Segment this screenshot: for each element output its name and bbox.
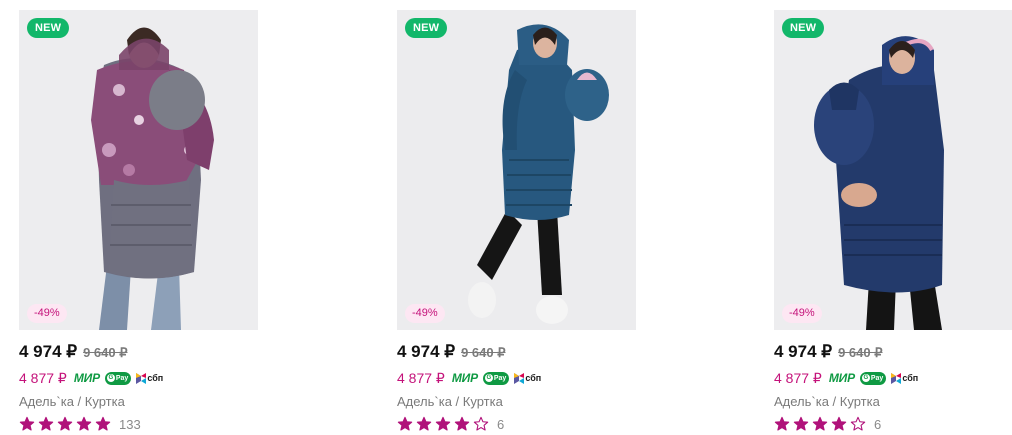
woman-navy-maternity-jacket-image [774,10,1012,330]
sbp-logo: сбп [514,372,541,384]
star-filled-icon [435,416,451,431]
star-filled-icon [19,416,35,431]
star-empty-icon [473,416,489,431]
card-price: 4 877 ₽ [774,369,822,386]
mir-logo: МИР [451,371,478,385]
woman-floral-maternity-jacket-image [19,10,258,330]
product-photo[interactable]: NEW -49% [397,10,636,330]
rating: 6 [397,416,504,432]
discount-badge: -49% [405,304,445,323]
mir-logo: МИР [828,371,855,385]
star-filled-icon [812,416,828,431]
star-filled-icon [454,416,470,431]
star-empty-icon [850,416,866,431]
current-price: 4 974 ₽ [774,342,833,361]
star-filled-icon [38,416,54,431]
sbp-icon [891,372,902,384]
google-g-icon: G [861,374,870,382]
card-price-row: 4 877 ₽ МИР G Pay сбп [397,369,541,387]
new-badge: NEW [405,18,448,38]
rating: 133 [19,416,141,432]
star-filled-icon [57,416,73,431]
gpay-logo: G Pay [482,371,510,385]
product-photo[interactable]: NEW -49% [19,10,258,330]
old-price: 9 640 ₽ [461,345,506,360]
current-price: 4 974 ₽ [397,342,456,361]
woman-teal-maternity-jacket-image [397,10,636,330]
star-filled-icon [416,416,432,431]
sbp-icon [136,372,147,384]
gpay-logo: G Pay [859,371,887,385]
sbp-icon [514,372,525,384]
card-price-row: 4 877 ₽ МИР G Pay сбп [19,369,163,387]
old-price: 9 640 ₽ [83,345,128,360]
review-count[interactable]: 6 [497,417,504,432]
card-price: 4 877 ₽ [19,369,67,386]
star-filled-icon [76,416,92,431]
rating: 6 [774,416,881,432]
new-badge: NEW [27,18,70,38]
card-price: 4 877 ₽ [397,369,445,386]
review-count[interactable]: 133 [119,417,141,432]
discount-badge: -49% [782,304,822,323]
product-card[interactable]: NEW -49% 4 974 ₽ 9 640 ₽ 4 877 ₽ МИР G Pay… [774,10,1012,435]
star-filled-icon [95,416,111,431]
star-filled-icon [831,416,847,431]
sbp-logo: сбп [136,372,163,384]
star-filled-icon [397,416,413,431]
sbp-logo: сбп [891,372,918,384]
old-price: 9 640 ₽ [838,345,883,360]
product-photo[interactable]: NEW -49% [774,10,1012,330]
card-price-row: 4 877 ₽ МИР G Pay сбп [774,369,918,387]
product-card[interactable]: NEW -49% 4 974 ₽ 9 640 ₽ 4 877 ₽ МИР G Pay… [397,10,642,435]
mir-logo: МИР [73,371,100,385]
brand-category[interactable]: Адель`ка / Куртка [19,394,125,409]
price-row: 4 974 ₽ 9 640 ₽ [774,342,883,364]
google-g-icon: G [106,374,115,382]
star-filled-icon [774,416,790,431]
product-card[interactable]: NEW -49% 4 974 ₽ 9 640 ₽ 4 877 ₽ МИР G Pay… [19,10,264,435]
price-row: 4 974 ₽ 9 640 ₽ [397,342,506,364]
discount-badge: -49% [27,304,67,323]
price-row: 4 974 ₽ 9 640 ₽ [19,342,128,364]
new-badge: NEW [782,18,825,38]
review-count[interactable]: 6 [874,417,881,432]
star-filled-icon [793,416,809,431]
brand-category[interactable]: Адель`ка / Куртка [397,394,503,409]
google-g-icon: G [484,374,493,382]
current-price: 4 974 ₽ [19,342,78,361]
brand-category[interactable]: Адель`ка / Куртка [774,394,880,409]
gpay-logo: G Pay [104,371,132,385]
